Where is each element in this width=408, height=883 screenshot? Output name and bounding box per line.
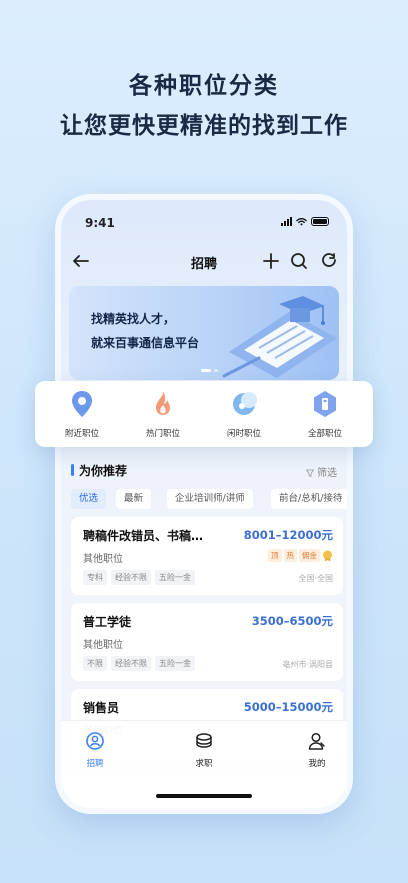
- moon-icon: [233, 392, 257, 415]
- badge-hot: 热: [283, 549, 297, 562]
- job-tag: 经验不限: [111, 656, 151, 671]
- tab-corporate-trainer[interactable]: 企业培训师/讲师: [167, 489, 253, 509]
- tab-latest[interactable]: 最新: [116, 489, 152, 509]
- section-title: 为你推荐: [79, 464, 128, 478]
- search-icon[interactable]: [289, 251, 309, 271]
- job-card[interactable]: 普工学徒 3500–6500元 其他职位 不限 经验不限 五险一金 亳州市·涡阳…: [71, 603, 343, 681]
- recruit-icon: [86, 732, 104, 750]
- job-tag: 经验不限: [111, 570, 151, 585]
- profile-icon: [308, 732, 325, 750]
- category-label: 闲时职位: [226, 429, 261, 439]
- job-title: 普工学徒: [83, 615, 132, 629]
- medal-icon: [323, 550, 332, 561]
- job-tag: 五险一金: [155, 570, 195, 585]
- promo-headline-2: 让您更快更精准的找到工作: [60, 113, 348, 139]
- app-screen: 9:41 招聘 找精英找人才， 就来百事通信息平台 为你推荐 筛选 优选 最新 …: [61, 200, 347, 808]
- phone-frame: 9:41 招聘 找精英找人才， 就来百事通信息平台 为你推荐 筛选 优选 最新 …: [55, 194, 353, 814]
- job-salary: 3500–6500元: [251, 614, 333, 628]
- tabbar-job-search[interactable]: 求职: [184, 731, 224, 769]
- wifi-icon: [296, 218, 307, 226]
- job-search-icon: [196, 733, 212, 748]
- tabbar-label: 招聘: [86, 759, 104, 769]
- category-label: 热门职位: [145, 429, 180, 439]
- promo-headline-1: 各种职位分类: [129, 73, 279, 99]
- section-accent-bar: [71, 464, 74, 476]
- tabbar-label: 求职: [195, 759, 213, 769]
- category-panel: 附近职位 热门职位 闲时职位 全部职位: [35, 381, 373, 447]
- nav-bar: 招聘: [61, 248, 347, 274]
- tabbar-label: 我的: [308, 759, 326, 769]
- job-location: 亳州市·涡阳县: [282, 660, 333, 669]
- category-label: 全部职位: [307, 429, 342, 439]
- category-hot[interactable]: 热门职位: [128, 389, 198, 439]
- status-icons: [281, 217, 329, 226]
- banner-line-2: 就来百事通信息平台: [91, 336, 200, 350]
- status-bar: 9:41: [61, 214, 347, 232]
- recommend-section-header: 为你推荐 筛选: [71, 462, 337, 479]
- job-title: 销售员: [83, 701, 120, 715]
- category-label: 附近职位: [64, 429, 99, 439]
- promo-banner[interactable]: 找精英找人才， 就来百事通信息平台: [69, 286, 339, 380]
- add-icon[interactable]: [261, 251, 281, 271]
- badge-top: 顶: [268, 549, 282, 562]
- category-leisure[interactable]: 闲时职位: [209, 389, 279, 439]
- job-card[interactable]: 聘稿件改错员、书稿… 8001–12000元 其他职位 顶 热 佣金 专科 经验…: [71, 517, 343, 595]
- banner-pagination: [201, 369, 218, 372]
- category-nearby[interactable]: 附近职位: [47, 389, 117, 439]
- home-indicator: [156, 794, 252, 798]
- signal-icon: [281, 217, 292, 226]
- tab-preferred[interactable]: 优选: [71, 489, 107, 509]
- banner-illustration: [222, 296, 337, 378]
- tab-reception[interactable]: 前台/总机/接待: [271, 489, 347, 509]
- tabbar-recruit[interactable]: 招聘: [75, 731, 115, 769]
- battery-icon: [311, 217, 329, 226]
- job-location: 全国·全国: [298, 574, 333, 583]
- job-tags: 专科 经验不限 五险一金: [83, 570, 195, 585]
- bottom-tab-bar: 招聘 求职 我的: [61, 720, 347, 808]
- job-badges: 顶 热 佣金: [268, 549, 333, 562]
- job-tag: 五险一金: [155, 656, 195, 671]
- job-salary: 5000–15000元: [243, 700, 333, 714]
- badge-commission: 佣金: [299, 549, 320, 562]
- status-time: 9:41: [85, 216, 115, 230]
- location-pin-icon: [72, 391, 92, 417]
- filter-button[interactable]: 筛选: [305, 464, 337, 479]
- filter-label: 筛选: [317, 468, 337, 479]
- job-tag: 不限: [83, 656, 107, 671]
- banner-line-1: 找精英找人才，: [91, 312, 176, 326]
- job-type: 其他职位: [83, 554, 123, 565]
- job-type: 其他职位: [83, 640, 123, 651]
- refresh-icon[interactable]: [319, 251, 339, 271]
- tabbar-profile[interactable]: 我的: [297, 731, 337, 769]
- job-salary: 8001–12000元: [243, 528, 333, 542]
- job-tags: 不限 经验不限 五险一金: [83, 656, 195, 671]
- category-all[interactable]: 全部职位: [290, 389, 360, 439]
- filter-icon: [305, 469, 315, 478]
- flame-icon: [156, 391, 170, 415]
- job-title: 聘稿件改错员、书稿…: [83, 529, 204, 543]
- job-tag: 专科: [83, 570, 107, 585]
- all-jobs-icon: [314, 391, 336, 417]
